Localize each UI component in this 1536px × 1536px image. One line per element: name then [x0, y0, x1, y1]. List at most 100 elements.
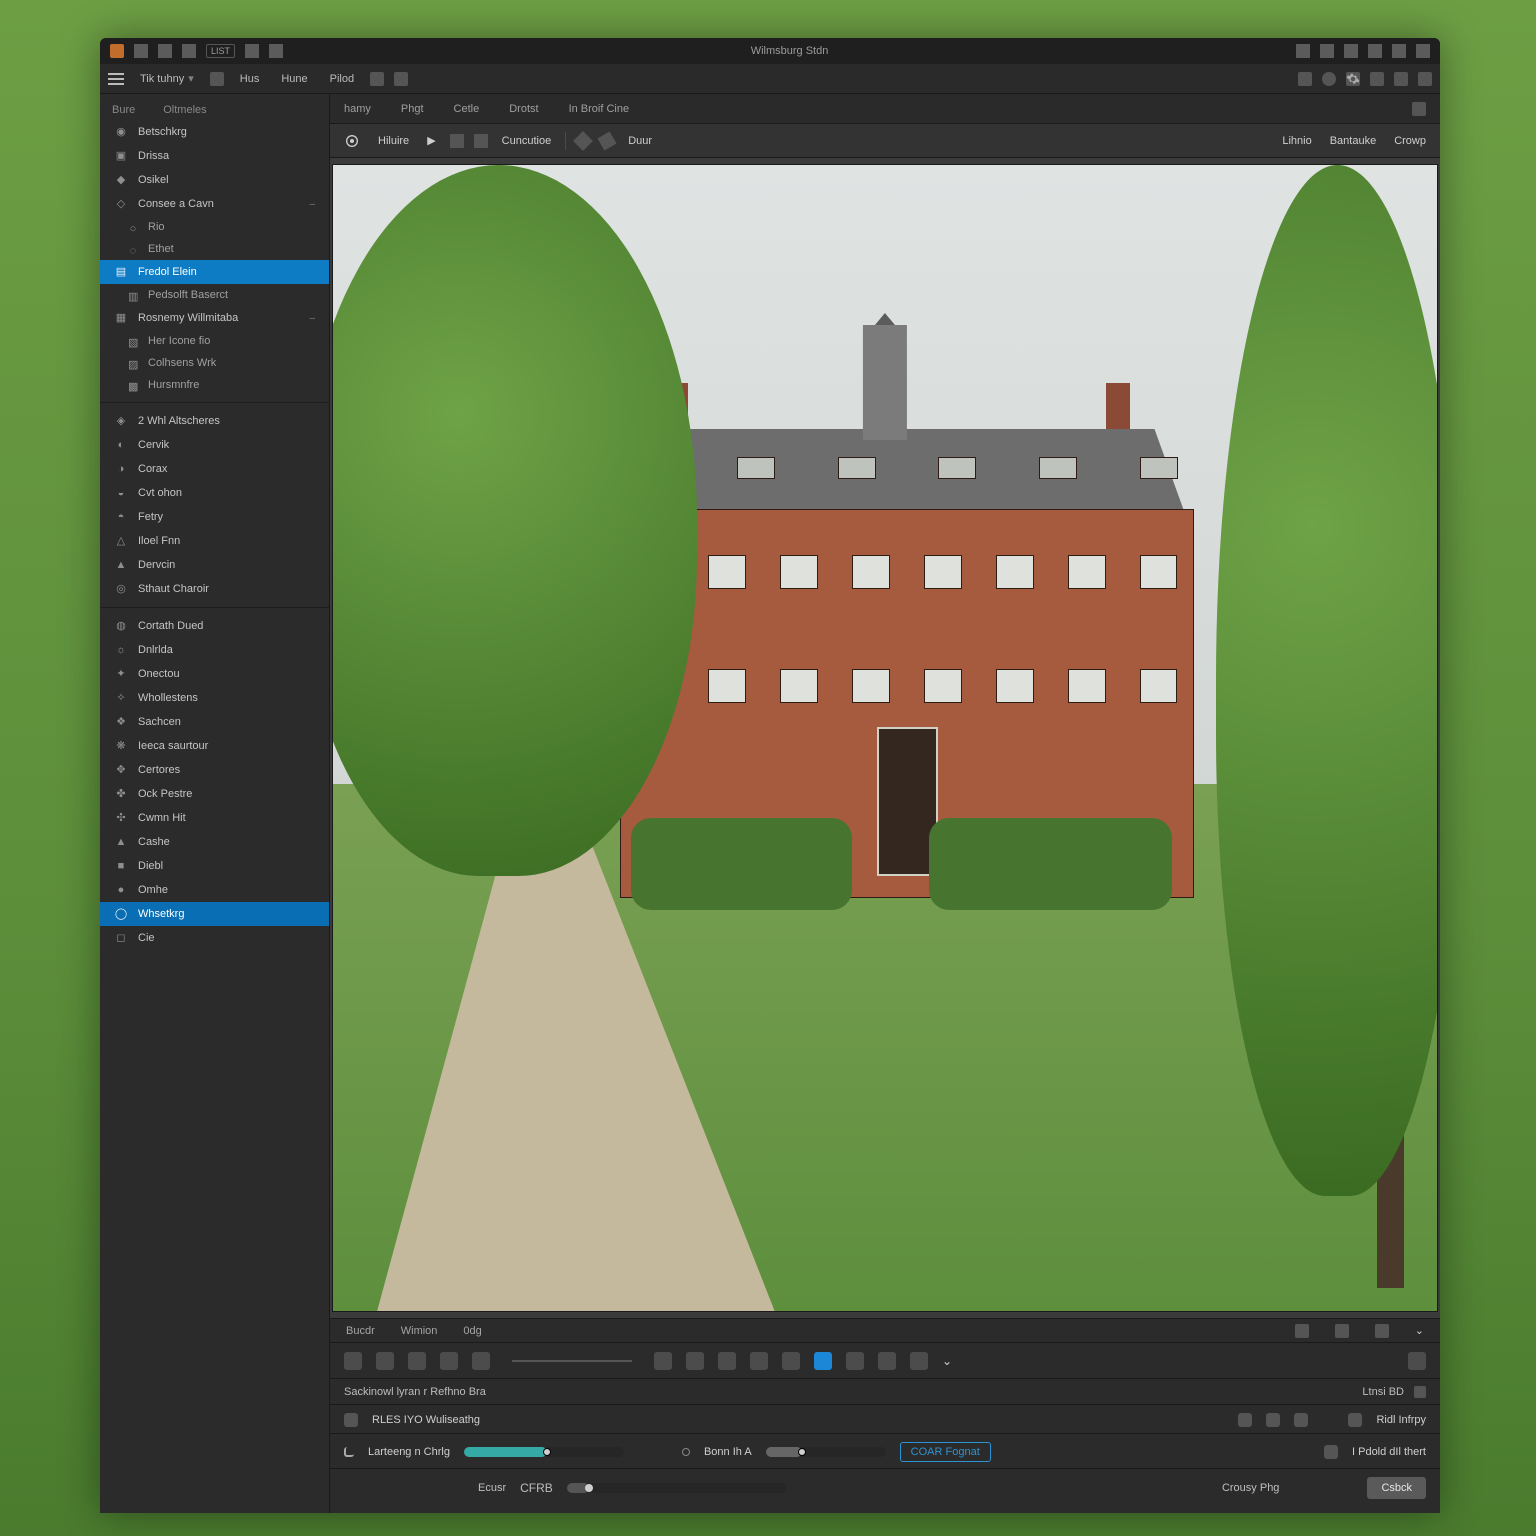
- edit-icon[interactable]: [210, 72, 224, 86]
- bt-arrow-icon[interactable]: [750, 1352, 768, 1370]
- slider-focus[interactable]: [567, 1483, 787, 1493]
- sidebar-item-11[interactable]: ▩Hursmnfre: [100, 374, 329, 396]
- preset-icon[interactable]: [344, 1413, 358, 1427]
- tool-label-4[interactable]: Lihnio: [1278, 132, 1315, 150]
- sidebar-item-13[interactable]: ◐Cervik: [100, 433, 329, 457]
- bt-panel-icon[interactable]: [1408, 1352, 1426, 1370]
- btm-tab-1[interactable]: Bucdr: [346, 1325, 375, 1337]
- tab-settings-icon[interactable]: [1412, 102, 1426, 116]
- chevron-down-icon[interactable]: ⌄: [1415, 1324, 1424, 1337]
- refresh-icon[interactable]: [1370, 72, 1384, 86]
- layout-icon[interactable]: [245, 44, 259, 58]
- sidebar-item-17[interactable]: △Iloel Fnn: [100, 529, 329, 553]
- list-icon[interactable]: [1416, 44, 1430, 58]
- sidebar-item-31[interactable]: ●Omhe: [100, 878, 329, 902]
- bt-fx-icon[interactable]: [814, 1352, 832, 1370]
- timeline[interactable]: [512, 1360, 632, 1362]
- bt-wallet-icon[interactable]: [654, 1352, 672, 1370]
- gear-icon[interactable]: [1346, 72, 1360, 86]
- tool-label-2[interactable]: Cuncutioe: [498, 132, 556, 150]
- bt-move-icon[interactable]: [344, 1352, 362, 1370]
- wand-icon[interactable]: [1344, 44, 1358, 58]
- sidebar-item-27[interactable]: ✤Ock Pestre: [100, 782, 329, 806]
- bt-search-icon[interactable]: [718, 1352, 736, 1370]
- canvas[interactable]: [330, 158, 1440, 1319]
- save-icon[interactable]: [182, 44, 196, 58]
- menu-extra-icon-1[interactable]: [370, 72, 384, 86]
- bt-layers-icon[interactable]: [686, 1352, 704, 1370]
- tool-label-3[interactable]: Duur: [624, 132, 656, 150]
- sidebar-item-3[interactable]: ◇Consee a Cavn–: [100, 192, 329, 216]
- btm-icon-3[interactable]: [1375, 1324, 1389, 1338]
- btm-icon-2[interactable]: [1335, 1324, 1349, 1338]
- slider-contrast[interactable]: [464, 1447, 624, 1457]
- sidebar-item-19[interactable]: ◎Sthaut Charoir: [100, 577, 329, 601]
- tab-3[interactable]: Cetle: [454, 103, 480, 115]
- bt-crop-icon[interactable]: [408, 1352, 426, 1370]
- adjust-gear-icon[interactable]: [1414, 1386, 1426, 1398]
- tab-5[interactable]: In Broif Cine: [569, 103, 630, 115]
- display-icon[interactable]: [1296, 44, 1310, 58]
- bt-gear-icon[interactable]: [782, 1352, 800, 1370]
- sidebar-item-2[interactable]: ◆Osikel: [100, 168, 329, 192]
- sidebar-item-22[interactable]: ✦Onectou: [100, 662, 329, 686]
- copy-icon[interactable]: [1348, 1413, 1362, 1427]
- hamburger-icon[interactable]: [108, 73, 124, 85]
- arrow-nw-icon[interactable]: [573, 131, 593, 151]
- grid-icon[interactable]: [158, 44, 172, 58]
- sidebar-item-12[interactable]: ◈2 Whl Altscheres: [100, 409, 329, 433]
- window-icon[interactable]: [134, 44, 148, 58]
- menu-item-4[interactable]: Pilod: [324, 69, 360, 89]
- btm-tab-2[interactable]: Wimion: [401, 1325, 438, 1337]
- sidebar-item-6[interactable]: ▤Fredol Elein: [100, 260, 329, 284]
- sidebar-item-25[interactable]: ❋Ieeca saurtour: [100, 734, 329, 758]
- crop-icon[interactable]: [474, 134, 488, 148]
- sidebar-item-14[interactable]: ◑Corax: [100, 457, 329, 481]
- bt-mask-icon[interactable]: [910, 1352, 928, 1370]
- play-tool[interactable]: ▶: [423, 131, 439, 150]
- tab-2[interactable]: Phgt: [401, 103, 424, 115]
- sidebar-item-7[interactable]: ▥Pedsolft Baserct: [100, 284, 329, 306]
- export-icon[interactable]: [269, 44, 283, 58]
- focus-value[interactable]: CFRB: [520, 1481, 553, 1495]
- eq-icon[interactable]: [1294, 1413, 1308, 1427]
- bt-clone-icon[interactable]: [878, 1352, 896, 1370]
- sidebar-item-9[interactable]: ▧Her Icone fio: [100, 330, 329, 352]
- btm-tab-3[interactable]: 0dg: [463, 1325, 481, 1337]
- tool-label-6[interactable]: Crowp: [1390, 132, 1430, 150]
- sidebar-item-23[interactable]: ✧Whollestens: [100, 686, 329, 710]
- tab-4[interactable]: Drotst: [509, 103, 538, 115]
- menu-extra-icon-2[interactable]: [394, 72, 408, 86]
- format-chip[interactable]: COAR Fognat: [900, 1442, 991, 1462]
- tool-label-5[interactable]: Bantauke: [1326, 132, 1380, 150]
- sidebar-item-18[interactable]: ▲Dervcin: [100, 553, 329, 577]
- link-icon[interactable]: [1324, 1445, 1338, 1459]
- menu-item-3[interactable]: Hune: [275, 69, 313, 89]
- bt-frame-icon[interactable]: [376, 1352, 394, 1370]
- flag-icon[interactable]: [1368, 44, 1382, 58]
- sidebar-item-33[interactable]: ◻Cie: [100, 926, 329, 950]
- sidebar-item-1[interactable]: ▣Drissa: [100, 144, 329, 168]
- target-tool[interactable]: [340, 130, 364, 152]
- pin-icon[interactable]: [1392, 44, 1406, 58]
- grid-icon-2[interactable]: [1238, 1413, 1252, 1427]
- close-button[interactable]: Csbck: [1367, 1477, 1426, 1499]
- frame-icon[interactable]: [450, 134, 464, 148]
- sidebar-item-4[interactable]: ○Rio: [100, 216, 329, 238]
- btm-icon-1[interactable]: [1295, 1324, 1309, 1338]
- tab-1[interactable]: hamy: [344, 103, 371, 115]
- pin-icon-2[interactable]: [344, 1447, 354, 1457]
- sidebar-item-28[interactable]: ✣Cwmn Hit: [100, 806, 329, 830]
- menu-item-2[interactable]: Hus: [234, 69, 266, 89]
- sidebar-item-26[interactable]: ✥Certores: [100, 758, 329, 782]
- sidebar-item-5[interactable]: ◌Ethet: [100, 238, 329, 260]
- globe-icon[interactable]: [1322, 72, 1336, 86]
- sidebar-item-20[interactable]: ◍Cortath Dued: [100, 614, 329, 638]
- sidebar-item-8[interactable]: ▦Rosnemy Willmitaba–: [100, 306, 329, 330]
- sidebar-item-30[interactable]: ■Diebl: [100, 854, 329, 878]
- sidebar-item-21[interactable]: ☼Dnlrlda: [100, 638, 329, 662]
- sidebar-item-24[interactable]: ❖Sachcen: [100, 710, 329, 734]
- sidebar-item-32[interactable]: ◯Whsetkrg: [100, 902, 329, 926]
- brightness-icon[interactable]: [1320, 44, 1334, 58]
- panels-icon[interactable]: [1394, 72, 1408, 86]
